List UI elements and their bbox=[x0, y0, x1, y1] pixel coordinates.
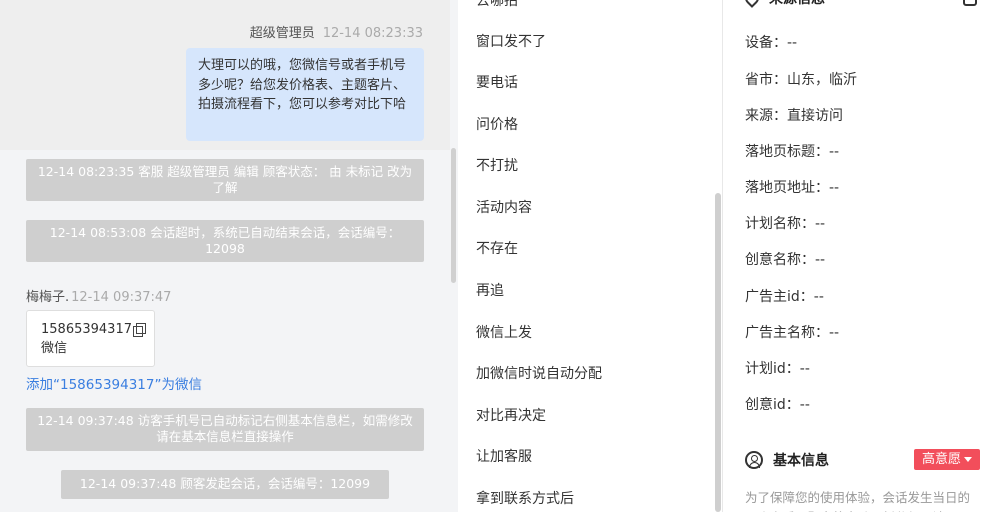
source-info-title-text: 来源信息 bbox=[769, 0, 825, 8]
field-source: 来源：直接访问 bbox=[745, 108, 843, 124]
quick-reply-item[interactable]: 加微信时说自动分配 bbox=[476, 363, 602, 383]
info-panel: 来源信息 设备：-- 省市：山东，临沂 来源：直接访问 落地页标题：-- 落地页… bbox=[722, 0, 998, 512]
system-message: 12-14 09:37:48 访客手机号已自动标记右侧基本信息栏，如需修改请在基… bbox=[26, 408, 424, 451]
field-device: 设备：-- bbox=[745, 35, 798, 51]
intent-badge-label: 高意愿 bbox=[921, 452, 961, 467]
intent-badge-dropdown[interactable]: 高意愿 bbox=[914, 449, 980, 470]
basic-info-title: 基本信息 bbox=[745, 450, 829, 470]
edit-icon[interactable] bbox=[963, 0, 977, 6]
quick-reply-list: 去哪拍 窗口发不了 要电话 问价格 不打扰 活动内容 不存在 再追 微信上发 加… bbox=[458, 0, 720, 512]
quick-reply-item[interactable]: 去哪拍 bbox=[476, 0, 518, 10]
quick-reply-item[interactable]: 问价格 bbox=[476, 114, 518, 134]
notice-text: 为了保障您的使用体验，会话发生当日的一个之后，顾客将自动更新分组，请 bbox=[745, 490, 971, 512]
quick-reply-item[interactable]: 要电话 bbox=[476, 72, 518, 92]
field-landing-title: 落地页标题：-- bbox=[745, 144, 840, 160]
incoming-message-header: 梅梅子. 12-14 09:37:47 bbox=[26, 286, 171, 305]
add-wechat-link[interactable]: 添加“15865394317”为微信 bbox=[26, 373, 202, 393]
quick-reply-item[interactable]: 不存在 bbox=[476, 238, 518, 258]
quick-reply-item[interactable]: 不打扰 bbox=[476, 155, 518, 175]
outgoing-message-header: 超级管理员 12-14 08:23:33 bbox=[250, 22, 423, 41]
system-message: 12-14 08:53:08 会话超时，系统已自动结束会话，会话编号：12098 bbox=[26, 220, 424, 262]
quick-reply-item[interactable]: 拿到联系方式后 bbox=[476, 488, 574, 508]
field-landing-url: 落地页地址：-- bbox=[745, 180, 840, 196]
outgoing-message-bubble: 大理可以的哦，您微信号或者手机号多少呢？给您发价格表、主题客片、拍摄流程看下，您… bbox=[186, 48, 424, 141]
quick-reply-scrollbar[interactable] bbox=[715, 193, 721, 512]
user-icon bbox=[745, 451, 763, 469]
field-plan-name: 计划名称：-- bbox=[745, 216, 826, 232]
caret-down-icon bbox=[964, 457, 972, 462]
outgoing-sender: 超级管理员 bbox=[249, 26, 315, 41]
system-message: 12-14 09:37:48 顾客发起会话，会话编号：12099 bbox=[61, 470, 389, 499]
incoming-time: 12-14 09:37:47 bbox=[71, 290, 172, 305]
contact-card-type: 微信 bbox=[41, 341, 68, 356]
quick-reply-item[interactable]: 对比再决定 bbox=[476, 405, 546, 425]
chat-scrollbar[interactable] bbox=[451, 148, 456, 283]
quick-reply-item[interactable]: 活动内容 bbox=[476, 197, 532, 217]
field-advertiser-name: 广告主名称：-- bbox=[745, 325, 840, 341]
field-plan-id: 计划id：-- bbox=[745, 361, 810, 377]
field-creative-id: 创意id：-- bbox=[745, 397, 810, 413]
contact-card: 15865394317 微信 bbox=[26, 310, 155, 367]
outgoing-time: 12-14 08:23:33 bbox=[322, 26, 423, 41]
incoming-sender: 梅梅子. bbox=[26, 290, 70, 305]
contact-card-number: 15865394317 bbox=[41, 322, 132, 337]
source-info-title: 来源信息 bbox=[742, 0, 825, 8]
system-message: 12-14 08:23:35 客服 超级管理员 编辑 顾客状态： 由 未标记 改… bbox=[26, 159, 424, 201]
basic-info-title-text: 基本信息 bbox=[773, 453, 829, 469]
quick-reply-item[interactable]: 再追 bbox=[476, 280, 504, 300]
location-icon bbox=[742, 0, 762, 8]
quick-reply-item[interactable]: 窗口发不了 bbox=[476, 31, 546, 51]
quick-reply-item[interactable]: 微信上发 bbox=[476, 322, 532, 342]
copy-icon[interactable] bbox=[132, 323, 146, 337]
field-advertiser-id: 广告主id：-- bbox=[745, 289, 824, 305]
field-province-city: 省市：山东，临沂 bbox=[745, 72, 857, 88]
quick-reply-item[interactable]: 让加客服 bbox=[476, 446, 532, 466]
chat-panel: 超级管理员 12-14 08:23:33 大理可以的哦，您微信号或者手机号多少呢？… bbox=[0, 0, 458, 512]
field-creative-name: 创意名称：-- bbox=[745, 252, 826, 268]
